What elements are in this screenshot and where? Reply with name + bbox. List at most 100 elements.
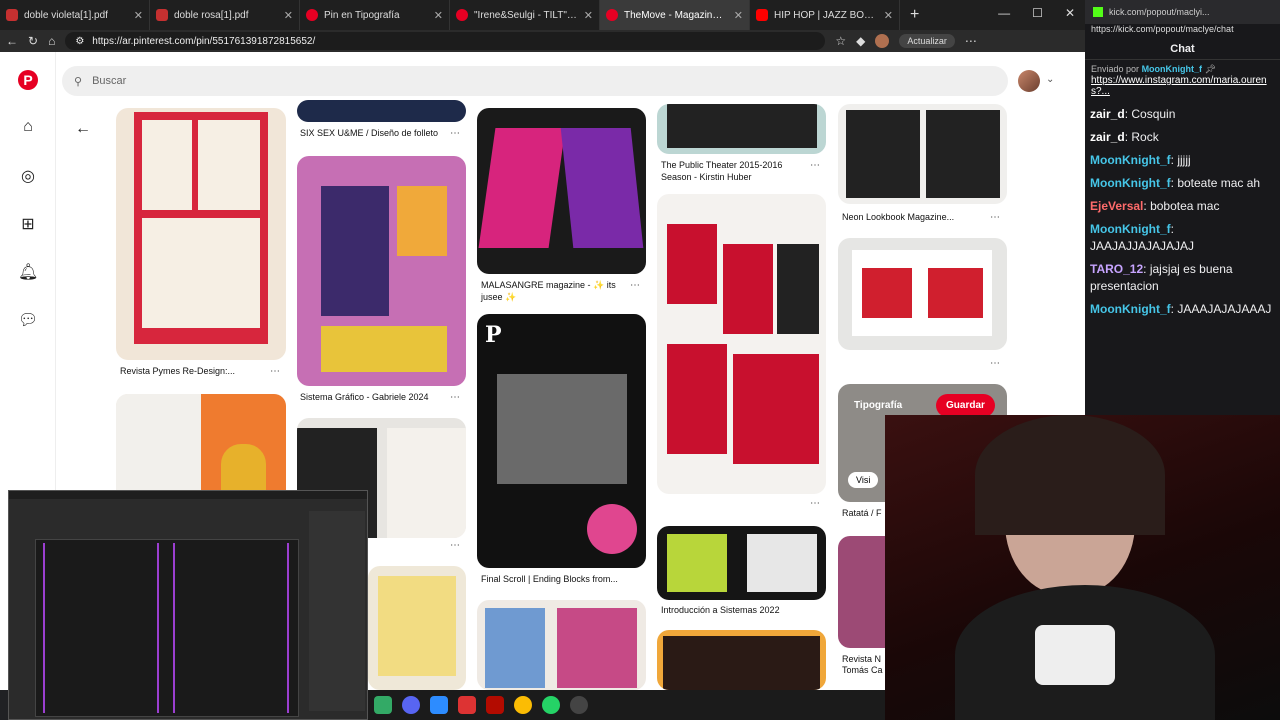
- pinned-header: Enviado por MoonKnight_f 📌︎: [1091, 64, 1216, 74]
- pin-title[interactable]: Revista Pymes Re-Design:...: [120, 366, 235, 376]
- pin-card[interactable]: [838, 238, 1007, 350]
- avatar[interactable]: [1018, 70, 1040, 92]
- more-icon[interactable]: ⋯: [450, 128, 460, 139]
- chat-username[interactable]: zair_d: [1090, 107, 1125, 121]
- app-icon[interactable]: [374, 696, 392, 714]
- pin-title[interactable]: Introducción a Sistemas 2022: [661, 605, 780, 615]
- search-icon: ⚲: [74, 75, 83, 88]
- tab-1[interactable]: doble violeta[1].pdf ✕: [0, 0, 150, 30]
- chat-username[interactable]: TARO_12: [1090, 262, 1143, 276]
- pin-card[interactable]: [297, 156, 466, 386]
- pin-card[interactable]: [477, 600, 646, 690]
- app-icon[interactable]: [430, 696, 448, 714]
- create-icon[interactable]: ⊞: [18, 214, 38, 234]
- chat-username[interactable]: MoonKnight_f: [1090, 153, 1171, 167]
- profile-icon[interactable]: [875, 34, 890, 48]
- more-icon[interactable]: ⋯: [450, 540, 460, 551]
- back-icon[interactable]: ←: [6, 34, 18, 48]
- favorite-icon[interactable]: ☆: [835, 34, 846, 48]
- more-icon[interactable]: ⋯: [450, 392, 460, 403]
- tab-5[interactable]: TheMove - Magazine Design -✕: [600, 0, 750, 30]
- chat-message: MoonKnight_f: boteate mac ah: [1090, 176, 1261, 190]
- close-window-icon[interactable]: ✕: [1065, 6, 1075, 20]
- address-bar[interactable]: ⚙ https://ar.pinterest.com/pin/5517613918…: [65, 32, 826, 50]
- pinterest-icon: [456, 9, 468, 21]
- reload-icon[interactable]: ↻: [28, 34, 38, 48]
- pin-card[interactable]: [297, 100, 466, 122]
- obs-icon[interactable]: [570, 696, 588, 714]
- more-icon[interactable]: ⋯: [990, 212, 1000, 223]
- pin-title[interactable]: Final Scroll | Ending Blocks from...: [481, 574, 618, 584]
- pdf-icon: [156, 9, 168, 21]
- minimize-icon[interactable]: —: [998, 6, 1010, 20]
- pin-title-line2: Tomás Ca: [842, 665, 883, 675]
- youtube-icon: [756, 9, 768, 21]
- chat-text: JAAJAJJAJAJAJAJ: [1090, 239, 1195, 253]
- pin-card[interactable]: [657, 194, 826, 494]
- close-icon[interactable]: ✕: [134, 9, 143, 22]
- pinned-link[interactable]: https://www.instagram.com/maria.ourens?.…: [1085, 75, 1280, 103]
- pin-card[interactable]: [657, 526, 826, 600]
- chrome-icon[interactable]: [514, 696, 532, 714]
- photoshop-window[interactable]: [8, 490, 368, 720]
- pin-card[interactable]: [838, 104, 1007, 204]
- chat-username[interactable]: MoonKnight_f: [1090, 176, 1171, 190]
- board-selector[interactable]: Tipografía: [854, 400, 902, 411]
- save-button[interactable]: Guardar: [936, 394, 995, 417]
- pin-title[interactable]: Sistema Gráfico - Gabriele 2024: [300, 392, 429, 402]
- visit-button[interactable]: Visi: [848, 472, 879, 488]
- more-icon[interactable]: ⋯: [965, 34, 977, 48]
- more-icon[interactable]: ⋯: [270, 366, 280, 377]
- pin-card[interactable]: [657, 104, 826, 154]
- app-icon[interactable]: [458, 696, 476, 714]
- tab-2[interactable]: doble rosa[1].pdf ✕: [150, 0, 300, 30]
- chat-title: Chat: [1085, 38, 1280, 60]
- pinterest-logo[interactable]: P: [18, 70, 38, 90]
- pin-card[interactable]: [657, 630, 826, 690]
- chat-username[interactable]: MoonKnight_f: [1090, 222, 1171, 236]
- chat-username[interactable]: EjeVersal: [1090, 199, 1143, 213]
- explore-icon[interactable]: ◎: [18, 166, 38, 186]
- pin-card[interactable]: P: [477, 314, 646, 568]
- pin-title[interactable]: Revista N: [842, 654, 881, 664]
- tab-4[interactable]: "Irene&Seulgi - TILT" Magazine✕: [450, 0, 600, 30]
- close-icon[interactable]: ✕: [734, 9, 743, 22]
- chevron-down-icon[interactable]: ⌄: [1046, 74, 1054, 85]
- pin-title[interactable]: MALASANGRE magazine - ✨ its: [481, 280, 616, 291]
- more-icon[interactable]: ⋯: [990, 358, 1000, 369]
- pin-card[interactable]: [368, 566, 466, 690]
- back-arrow-icon[interactable]: ←: [75, 120, 91, 138]
- home-icon[interactable]: ⌂: [18, 118, 38, 138]
- tab-6[interactable]: HIP HOP | JAZZ BOOM B✕: [750, 0, 900, 30]
- pin-card[interactable]: [477, 108, 646, 274]
- update-button[interactable]: Actualizar: [899, 34, 955, 48]
- extension-icon[interactable]: ◆: [856, 34, 865, 48]
- whatsapp-icon[interactable]: [542, 696, 560, 714]
- site-info-icon[interactable]: ⚙: [75, 36, 84, 47]
- discord-icon[interactable]: [402, 696, 420, 714]
- pin-title[interactable]: Ratatá / F: [842, 508, 882, 518]
- chat-message: zair_d: Rock: [1090, 130, 1159, 144]
- more-icon[interactable]: ⋯: [630, 280, 640, 291]
- pin-card[interactable]: [116, 108, 286, 360]
- acrobat-icon[interactable]: [486, 696, 504, 714]
- messages-icon[interactable]: 💬︎: [18, 310, 38, 330]
- pin-title[interactable]: Neon Lookbook Magazine...: [842, 212, 954, 222]
- close-icon[interactable]: ✕: [584, 9, 593, 22]
- close-icon[interactable]: ✕: [284, 9, 293, 22]
- close-icon[interactable]: ✕: [434, 9, 443, 22]
- maximize-icon[interactable]: ☐: [1032, 6, 1043, 20]
- close-icon[interactable]: ✕: [884, 9, 893, 22]
- home-icon[interactable]: ⌂: [48, 34, 55, 48]
- search-input[interactable]: ⚲ Buscar: [62, 66, 1008, 96]
- more-icon[interactable]: ⋯: [810, 160, 820, 171]
- chat-username[interactable]: MoonKnight_f: [1090, 302, 1171, 316]
- chat-username[interactable]: zair_d: [1090, 130, 1125, 144]
- chat-messages: zair_d: Cosquin zair_d: Rock MoonKnight_…: [1085, 103, 1280, 321]
- tab-3[interactable]: Pin en Tipografía ✕: [300, 0, 450, 30]
- pin-title[interactable]: The Public Theater 2015-2016: [661, 160, 782, 170]
- new-tab-button[interactable]: +: [900, 6, 929, 24]
- bell-icon[interactable]: 🔔︎: [18, 262, 38, 282]
- more-icon[interactable]: ⋯: [810, 498, 820, 509]
- pin-title[interactable]: SIX SEX U&ME / Diseño de folleto: [300, 128, 438, 138]
